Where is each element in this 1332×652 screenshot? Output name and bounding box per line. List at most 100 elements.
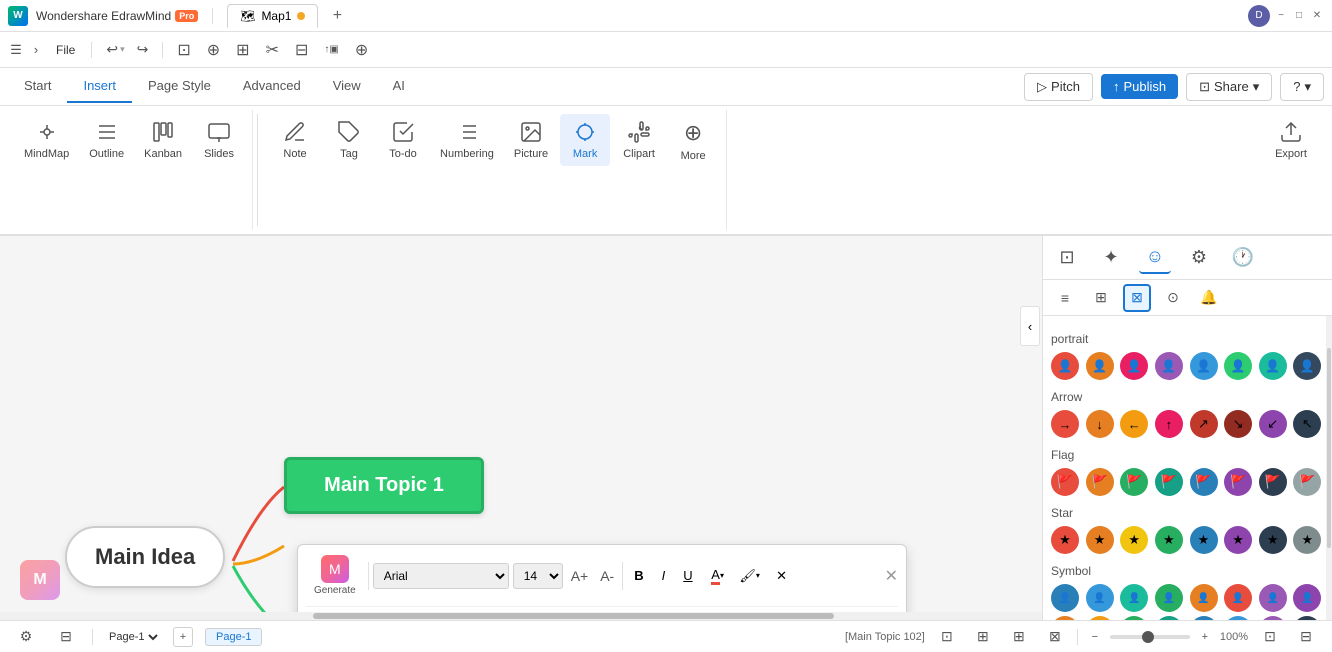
active-page-tab[interactable]: Page-1: [205, 628, 262, 646]
undo-button[interactable]: ↩▾: [100, 39, 130, 60]
star-icon-5[interactable]: ★: [1224, 526, 1252, 554]
cut-btn[interactable]: ✂: [260, 38, 285, 62]
panel-scrollbar[interactable]: [1326, 316, 1332, 620]
sym-13[interactable]: ⚙: [1224, 616, 1252, 620]
portrait-icon-3[interactable]: 👤: [1155, 352, 1183, 380]
page-dropdown[interactable]: Page-1: [105, 630, 161, 644]
expand-icon[interactable]: ›: [28, 42, 44, 58]
mindmap-btn[interactable]: MindMap: [16, 114, 77, 166]
more-btn[interactable]: ⊕ More: [668, 114, 718, 168]
tab-page-style[interactable]: Page Style: [132, 70, 227, 103]
underline-button[interactable]: U: [676, 565, 699, 586]
flag-icon-6[interactable]: 🚩: [1259, 468, 1287, 496]
font-color-btn[interactable]: A ▾: [704, 562, 732, 590]
portrait-icon-7[interactable]: 👤: [1293, 352, 1321, 380]
sub-icon-list[interactable]: ≡: [1051, 284, 1079, 312]
bold-button[interactable]: B: [627, 565, 650, 586]
sym-1[interactable]: 👤: [1086, 584, 1114, 612]
sym-8[interactable]: ⚙: [1051, 616, 1079, 620]
expand-mode-btn[interactable]: ⊠: [1041, 623, 1069, 651]
sym-5[interactable]: 👤: [1224, 584, 1252, 612]
arrow-icon-6[interactable]: ↙: [1259, 410, 1287, 438]
portrait-icon-5[interactable]: 👤: [1224, 352, 1252, 380]
sub-icon-mark[interactable]: ⊠: [1123, 284, 1151, 312]
star-icon-0[interactable]: ★: [1051, 526, 1079, 554]
generate-button[interactable]: M Generate: [306, 551, 364, 600]
tab-view[interactable]: View: [317, 70, 377, 103]
sym-4[interactable]: 👤: [1190, 584, 1218, 612]
sub-icon-circle[interactable]: ⊙: [1159, 284, 1187, 312]
clear-format-btn[interactable]: ✕: [768, 562, 796, 590]
sym-15[interactable]: ⚙: [1293, 616, 1321, 620]
collapse-panel-btn[interactable]: ⊟: [1292, 623, 1320, 651]
sym-9[interactable]: ⚙: [1086, 616, 1114, 620]
star-icon-1[interactable]: ★: [1086, 526, 1114, 554]
status-settings-btn[interactable]: ⚙: [12, 623, 40, 651]
highlight-color-btn[interactable]: 🖌 ▾: [736, 562, 764, 590]
export-btn[interactable]: ↑▣: [318, 42, 344, 57]
sym-12[interactable]: ⚙: [1190, 616, 1218, 620]
slides-btn[interactable]: Slides: [194, 114, 244, 166]
panel-icon-rectangle[interactable]: ⊡: [1051, 242, 1083, 274]
print-btn[interactable]: ⊟: [289, 38, 314, 62]
portrait-icon-1[interactable]: 👤: [1086, 352, 1114, 380]
flag-icon-0[interactable]: 🚩: [1051, 468, 1079, 496]
numbering-btn[interactable]: Numbering: [432, 114, 502, 166]
canvas-scrollbar-thumb[interactable]: [313, 613, 834, 619]
outline-btn[interactable]: Outline: [81, 114, 132, 166]
save-file-btn[interactable]: ⊞: [230, 38, 255, 62]
sym-14[interactable]: ⚙: [1259, 616, 1287, 620]
sym-10[interactable]: ⚙: [1120, 616, 1148, 620]
new-file-btn[interactable]: ⊡: [171, 38, 196, 62]
zoom-slider[interactable]: [1110, 635, 1190, 639]
topic1-node[interactable]: Main Topic 1: [284, 457, 484, 514]
flag-icon-3[interactable]: 🚩: [1155, 468, 1183, 496]
page-mode-btn[interactable]: ⊞: [1005, 623, 1033, 651]
flag-icon-7[interactable]: 🚩: [1293, 468, 1321, 496]
publish-button[interactable]: ↑ Publish: [1101, 74, 1178, 99]
italic-button[interactable]: I: [655, 565, 673, 586]
canvas-scrollbar[interactable]: [0, 612, 1042, 620]
arrow-icon-7[interactable]: ↖: [1293, 410, 1321, 438]
panel-icon-gear[interactable]: ⚙: [1183, 242, 1215, 274]
fullscreen-btn[interactable]: ⊡: [1256, 623, 1284, 651]
clipart-btn[interactable]: Clipart: [614, 114, 664, 166]
status-layout-btn[interactable]: ⊟: [52, 623, 80, 651]
redo-button[interactable]: ↪: [131, 39, 155, 60]
sym-7[interactable]: 👤: [1293, 584, 1321, 612]
star-icon-3[interactable]: ★: [1155, 526, 1183, 554]
arrow-icon-1[interactable]: ↓: [1086, 410, 1114, 438]
arrow-icon-4[interactable]: ↗: [1190, 410, 1218, 438]
zoom-in-btn[interactable]: +: [1196, 628, 1214, 646]
arrow-icon-2[interactable]: ←: [1120, 410, 1148, 438]
tag-btn[interactable]: Tag: [324, 114, 374, 166]
font-size-decrease[interactable]: A-: [596, 566, 618, 586]
tab-start[interactable]: Start: [8, 70, 67, 103]
panel-icon-clock[interactable]: 🕐: [1227, 242, 1259, 274]
sym-6[interactable]: 👤: [1259, 584, 1287, 612]
export-btn-ribbon[interactable]: Export: [1266, 114, 1316, 166]
star-icon-4[interactable]: ★: [1190, 526, 1218, 554]
flag-icon-2[interactable]: 🚩: [1120, 468, 1148, 496]
font-family-select[interactable]: Arial Times New Roman Helvetica: [373, 563, 509, 589]
sym-2[interactable]: 👤: [1120, 584, 1148, 612]
mark-btn[interactable]: Mark: [560, 114, 610, 166]
portrait-icon-0[interactable]: 👤: [1051, 352, 1079, 380]
star-icon-6[interactable]: ★: [1259, 526, 1287, 554]
arrow-icon-3[interactable]: ↑: [1155, 410, 1183, 438]
tab-advanced[interactable]: Advanced: [227, 70, 317, 103]
canvas[interactable]: Main Idea Main Topic 1 Main Topic 3 M Ge…: [0, 236, 1042, 620]
sub-icon-bell[interactable]: 🔔: [1195, 284, 1223, 312]
todo-btn[interactable]: To-do: [378, 114, 428, 166]
maximize-button[interactable]: □: [1292, 9, 1306, 23]
hamburger-icon[interactable]: ☰: [8, 42, 24, 58]
kanban-btn[interactable]: Kanban: [136, 114, 190, 166]
flag-icon-5[interactable]: 🚩: [1224, 468, 1252, 496]
map-tab[interactable]: 🗺 Map1: [227, 4, 318, 28]
share-button[interactable]: ⊡ Share ▾: [1186, 73, 1272, 101]
close-button[interactable]: ✕: [1310, 9, 1324, 23]
user-avatar[interactable]: D: [1248, 5, 1270, 27]
panel-collapse-button[interactable]: ‹: [1020, 306, 1040, 346]
share-btn[interactable]: ⊕: [349, 38, 374, 62]
pitch-button[interactable]: ▷ Pitch: [1024, 73, 1093, 101]
